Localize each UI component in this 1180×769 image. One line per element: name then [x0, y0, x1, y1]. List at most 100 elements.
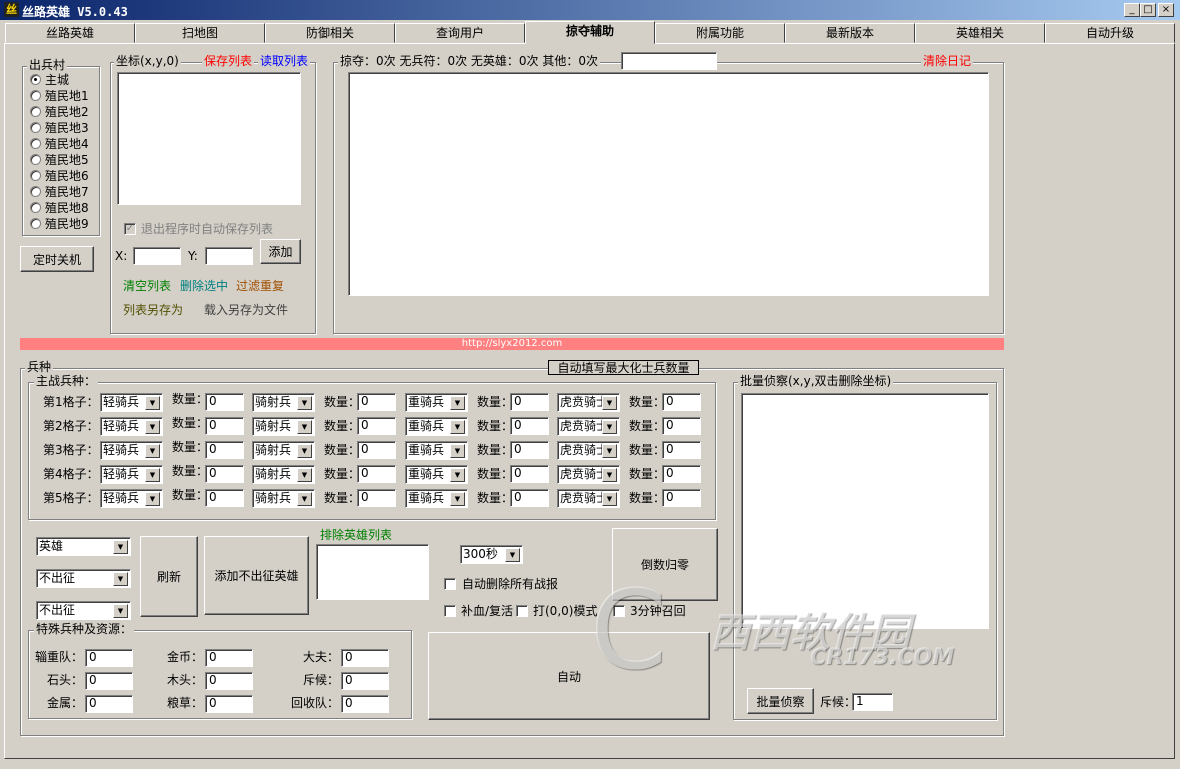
troop-type-select[interactable]: 虎贲骑士 ▼ — [557, 489, 620, 508]
troop-type-select[interactable]: 重骑兵 ▼ — [405, 393, 468, 412]
troop-type-select[interactable]: 虎贲骑士 ▼ — [557, 465, 620, 484]
troop-type-select[interactable]: 重骑兵 ▼ — [405, 489, 468, 508]
log-textarea[interactable] — [348, 72, 989, 296]
load-saved-file-link[interactable]: 载入另存为文件 — [204, 303, 288, 317]
village-radio-7[interactable] — [30, 186, 41, 197]
read-list-link[interactable]: 读取列表 — [258, 55, 311, 68]
march-select-1[interactable]: 不出征 ▼ — [36, 569, 131, 588]
exclude-hero-listbox[interactable] — [316, 544, 429, 600]
village-radio-0[interactable] — [30, 74, 41, 85]
x-input[interactable] — [133, 247, 181, 265]
save-list-link[interactable]: 保存列表 — [202, 55, 255, 68]
village-radio-1[interactable] — [30, 90, 41, 101]
march-select-2[interactable]: 不出征 ▼ — [36, 601, 131, 620]
troop-type-select[interactable]: 骑射兵 ▼ — [252, 489, 315, 508]
recall-3min-checkbox[interactable] — [613, 605, 625, 617]
tab-5[interactable]: 附属功能 — [655, 23, 785, 43]
troop-quantity-input[interactable]: 0 — [510, 489, 549, 507]
website-banner[interactable]: http://slyx2012.com — [20, 338, 1004, 350]
troop-quantity-input[interactable]: 0 — [205, 441, 244, 459]
troop-quantity-input[interactable]: 0 — [357, 393, 396, 411]
troop-quantity-input[interactable]: 0 — [357, 417, 396, 435]
troop-type-select[interactable]: 重骑兵 ▼ — [405, 465, 468, 484]
scout-count-input[interactable]: 1 — [852, 693, 893, 711]
tab-1[interactable]: 扫地图 — [135, 23, 265, 43]
troop-quantity-input[interactable]: 0 — [662, 465, 701, 483]
batch-scout-listbox[interactable] — [741, 393, 989, 629]
village-radio-5[interactable] — [30, 154, 41, 165]
auto-button[interactable]: 自动 — [428, 632, 710, 720]
clear-log-link[interactable]: 清除日记 — [921, 55, 974, 68]
log-filter-input[interactable] — [621, 52, 717, 70]
filter-duplicates-link[interactable]: 过滤重复 — [236, 279, 284, 293]
village-radio-3[interactable] — [30, 122, 41, 133]
tab-7[interactable]: 英雄相关 — [915, 23, 1045, 43]
special-field-input[interactable]: 0 — [85, 672, 133, 690]
village-radio-8[interactable] — [30, 202, 41, 213]
troop-type-select[interactable]: 轻骑兵 ▼ — [100, 489, 163, 508]
special-field-input[interactable]: 0 — [341, 649, 389, 667]
tab-3[interactable]: 查询用户 — [395, 23, 525, 43]
village-radio-6[interactable] — [30, 170, 41, 181]
batch-scout-button[interactable]: 批量侦察 — [747, 688, 814, 714]
troop-type-select[interactable]: 重骑兵 ▼ — [405, 417, 468, 436]
special-field-input[interactable]: 0 — [205, 695, 253, 713]
troop-type-select[interactable]: 虎贲骑士 ▼ — [557, 441, 620, 460]
troop-type-select[interactable]: 轻骑兵 ▼ — [100, 441, 163, 460]
countdown-reset-button[interactable]: 倒数归零 — [612, 528, 718, 601]
tab-0[interactable]: 丝路英雄 — [5, 23, 135, 43]
troop-quantity-input[interactable]: 0 — [205, 393, 244, 411]
special-field-input[interactable]: 0 — [341, 672, 389, 690]
special-field-input[interactable]: 0 — [85, 695, 133, 713]
troop-quantity-input[interactable]: 0 — [662, 489, 701, 507]
clear-list-link[interactable]: 清空列表 — [123, 279, 171, 293]
tab-4[interactable]: 掠夺辅助 — [525, 21, 655, 44]
tab-2[interactable]: 防御相关 — [265, 23, 395, 43]
special-field-input[interactable]: 0 — [85, 649, 133, 667]
troop-type-select[interactable]: 虎贲骑士 ▼ — [557, 393, 620, 412]
autosave-checkbox[interactable]: ✓ — [124, 223, 136, 235]
troop-quantity-input[interactable]: 0 — [510, 441, 549, 459]
y-input[interactable] — [205, 247, 253, 265]
special-field-input[interactable]: 0 — [205, 672, 253, 690]
delete-selected-link[interactable]: 删除选中 — [180, 279, 228, 293]
troop-quantity-input[interactable]: 0 — [205, 465, 244, 483]
troop-quantity-input[interactable]: 0 — [205, 417, 244, 435]
troop-type-select[interactable]: 轻骑兵 ▼ — [100, 465, 163, 484]
close-button[interactable]: × — [1158, 3, 1174, 17]
troop-quantity-input[interactable]: 0 — [510, 417, 549, 435]
troop-quantity-input[interactable]: 0 — [662, 417, 701, 435]
troop-quantity-input[interactable]: 0 — [357, 489, 396, 507]
village-radio-9[interactable] — [30, 218, 41, 229]
heal-revive-checkbox[interactable] — [444, 605, 456, 617]
village-radio-2[interactable] — [30, 106, 41, 117]
maximize-button[interactable]: □ — [1140, 3, 1156, 17]
troop-quantity-input[interactable]: 0 — [510, 465, 549, 483]
troop-type-select[interactable]: 骑射兵 ▼ — [252, 393, 315, 412]
troop-type-select[interactable]: 轻骑兵 ▼ — [100, 393, 163, 412]
autofill-max-troops-button[interactable]: 自动填写最大化士兵数量 — [548, 360, 699, 375]
special-field-input[interactable]: 0 — [205, 649, 253, 667]
troop-type-select[interactable]: 虎贲骑士 ▼ — [557, 417, 620, 436]
troop-quantity-input[interactable]: 0 — [662, 393, 701, 411]
tab-8[interactable]: 自动升级 — [1045, 23, 1175, 43]
minimize-button[interactable]: _ — [1124, 3, 1140, 17]
timed-shutdown-button[interactable]: 定时关机 — [20, 246, 94, 272]
coords-listbox[interactable] — [117, 72, 301, 205]
tab-6[interactable]: 最新版本 — [785, 23, 915, 43]
auto-delete-reports-checkbox[interactable] — [444, 578, 456, 590]
add-no-march-hero-button[interactable]: 添加不出征英雄 — [204, 536, 309, 615]
troop-quantity-input[interactable]: 0 — [357, 465, 396, 483]
village-radio-4[interactable] — [30, 138, 41, 149]
troop-quantity-input[interactable]: 0 — [510, 393, 549, 411]
save-list-as-link[interactable]: 列表另存为 — [123, 303, 183, 317]
troop-quantity-input[interactable]: 0 — [357, 441, 396, 459]
timer-select[interactable]: 300秒 ▼ — [460, 545, 523, 564]
add-coord-button[interactable]: 添加 — [260, 239, 301, 264]
troop-type-select[interactable]: 骑射兵 ▼ — [252, 465, 315, 484]
hero-select[interactable]: 英雄 ▼ — [36, 537, 131, 556]
troop-type-select[interactable]: 重骑兵 ▼ — [405, 441, 468, 460]
refresh-button[interactable]: 刷新 — [140, 536, 198, 617]
troop-quantity-input[interactable]: 0 — [205, 489, 244, 507]
troop-type-select[interactable]: 骑射兵 ▼ — [252, 417, 315, 436]
